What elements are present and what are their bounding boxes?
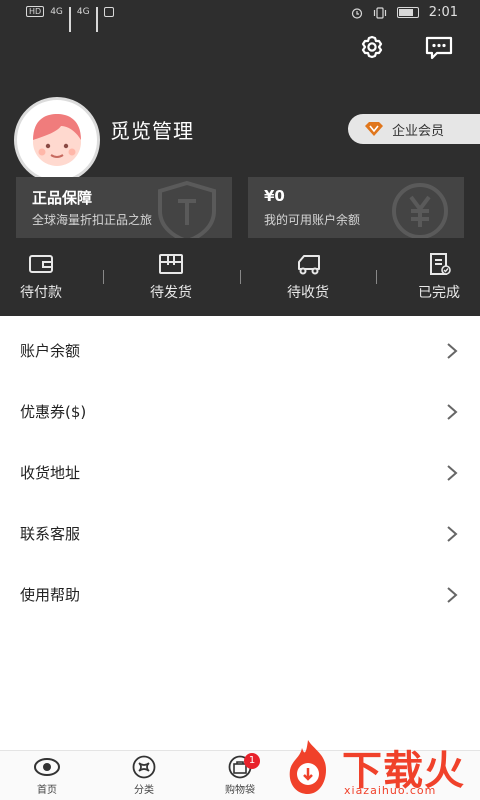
nfc-icon <box>103 6 114 17</box>
avatar[interactable] <box>14 97 100 183</box>
menu-label: 优惠券($) <box>20 403 87 421</box>
category-icon <box>132 755 156 779</box>
truck-icon <box>298 255 320 275</box>
avatar-face-icon <box>33 114 81 166</box>
status-bar: HD 4G 4G 2:01 <box>0 0 480 32</box>
menu-label: 收货地址 <box>20 464 81 482</box>
status-left: HD 4G 4G <box>26 6 114 32</box>
settings-menu: 账户余额 优惠券($) 收货地址 联系客服 使用帮助 <box>0 320 480 625</box>
cart-count-badge: 1 <box>244 753 260 769</box>
chevron-right-icon <box>447 343 458 359</box>
chat-icon[interactable] <box>424 34 454 62</box>
chevron-right-icon <box>447 526 458 542</box>
flame-logo-icon <box>289 740 326 794</box>
chevron-right-icon <box>447 465 458 481</box>
vibrate-icon <box>373 6 386 19</box>
chevron-right-icon <box>447 587 458 603</box>
genuine-guarantee-card[interactable]: 正品保障 全球海量折扣正品之旅 <box>16 177 232 238</box>
tab-label: 分类 <box>134 785 154 796</box>
menu-item-shipping-address[interactable]: 收货地址 <box>0 442 480 503</box>
tab-category[interactable]: 分类 <box>114 755 174 796</box>
divider <box>240 270 241 284</box>
tab-label: 购物袋 <box>225 785 255 796</box>
menu-item-coupons[interactable]: 优惠券($) <box>0 381 480 442</box>
menu-item-help[interactable]: 使用帮助 <box>0 564 480 625</box>
battery-icon <box>396 7 419 18</box>
shield-icon <box>158 180 216 238</box>
card-title: 正品保障 <box>32 189 93 207</box>
vip-badge[interactable]: 企业会员 <box>348 114 480 144</box>
eye-icon <box>34 758 60 776</box>
clock: 2:01 <box>428 5 458 20</box>
tab-shopping-bag[interactable]: 1 购物袋 <box>210 753 270 796</box>
chevron-right-icon <box>447 404 458 420</box>
balance-amount: ¥0 <box>264 187 285 205</box>
tab-home[interactable]: 首页 <box>17 755 77 796</box>
gear-icon[interactable] <box>357 34 387 62</box>
hd-indicator: HD <box>26 6 45 17</box>
vip-label: 企业会员 <box>392 123 445 139</box>
coin-icon <box>392 183 448 238</box>
signal-icon <box>68 6 71 32</box>
wallet-icon <box>29 255 53 273</box>
card-subtitle: 全球海量折扣正品之旅 <box>32 213 153 227</box>
signal-icon-2 <box>95 6 98 32</box>
order-completed[interactable]: 已完成 <box>384 252 480 302</box>
status-right: 2:01 <box>351 5 458 20</box>
watermark: 下载火 xiazaihuo.com <box>270 736 480 800</box>
receipt-icon <box>430 253 451 275</box>
divider <box>103 270 104 284</box>
watermark-url: xiazaihuo.com <box>344 784 437 797</box>
menu-label: 账户余额 <box>20 342 81 360</box>
vip-diamond-icon <box>365 122 383 136</box>
box-icon <box>159 254 183 274</box>
order-label: 待付款 <box>20 285 62 301</box>
tab-label: 首页 <box>37 785 57 796</box>
order-label: 待收货 <box>287 285 329 301</box>
order-pending-shipment[interactable]: 待发货 <box>116 252 226 302</box>
menu-label: 联系客服 <box>20 525 81 543</box>
menu-item-account-balance[interactable]: 账户余额 <box>0 320 480 381</box>
card-subtitle: 我的可用账户余额 <box>264 213 361 227</box>
balance-card[interactable]: ¥0 我的可用账户余额 <box>248 177 464 238</box>
order-label: 待发货 <box>150 285 192 301</box>
order-pending-receipt[interactable]: 待收货 <box>253 252 363 302</box>
order-status-bar: 待付款 待发货 待收货 已完成 <box>0 252 480 304</box>
network-4g-label: 4G <box>50 6 63 17</box>
header-panel: HD 4G 4G 2:01 觅览管理 企业会员 正品保障 全球海量折扣正品之旅 … <box>0 0 480 316</box>
menu-label: 使用帮助 <box>20 586 81 604</box>
order-pending-payment[interactable]: 待付款 <box>0 252 96 302</box>
menu-item-customer-service[interactable]: 联系客服 <box>0 503 480 564</box>
alarm-icon <box>351 7 362 19</box>
divider <box>376 270 377 284</box>
order-label: 已完成 <box>418 285 460 301</box>
network-4g-label-2: 4G <box>76 6 90 17</box>
username: 觅览管理 <box>110 119 194 143</box>
